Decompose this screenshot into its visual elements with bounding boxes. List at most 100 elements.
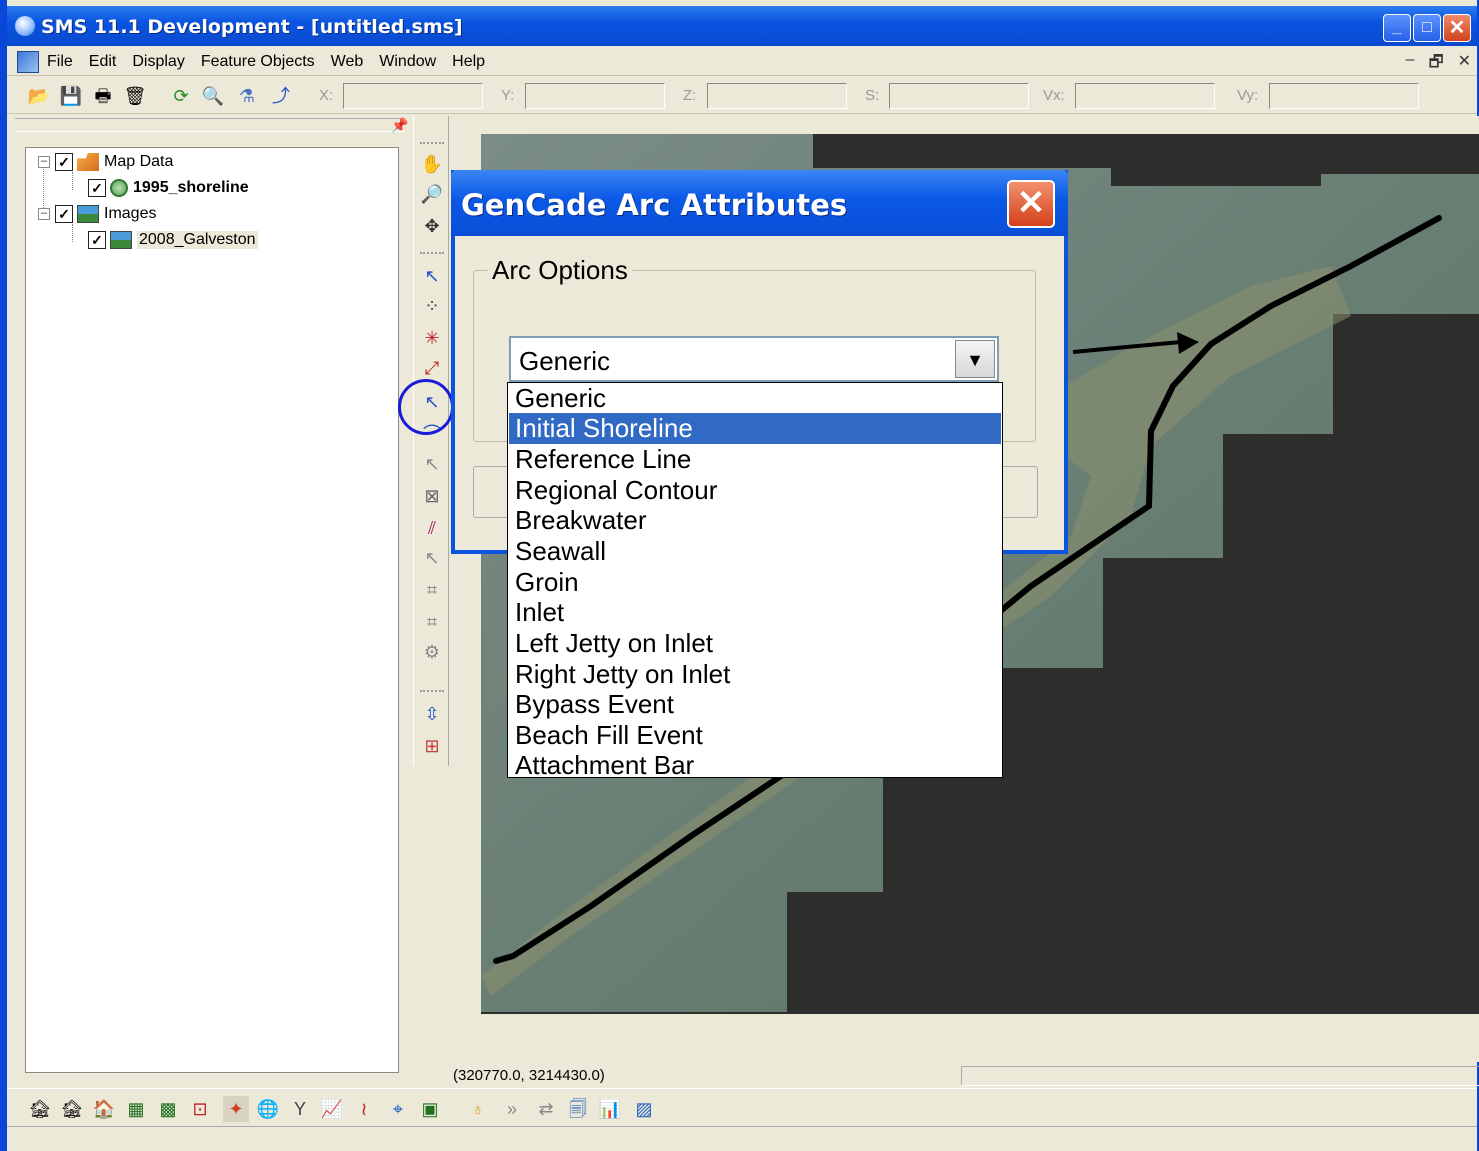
graph-icon[interactable]: ⤴ <box>269 84 293 108</box>
display-options-icon[interactable]: ⊞ <box>420 734 444 758</box>
collapse-toggle[interactable]: – <box>38 156 50 168</box>
feature-icon[interactable]: ⊠ <box>420 484 444 508</box>
arrow-icon[interactable]: » <box>499 1096 525 1122</box>
properties-icon[interactable]: ⚙ <box>420 640 444 664</box>
create-node-icon[interactable]: ⁘ <box>420 294 444 318</box>
mdi-close-button[interactable]: ✕ <box>1458 51 1471 78</box>
zoom-icon[interactable]: 🔍 <box>201 84 225 108</box>
menu-feature-objects[interactable]: Feature Objects <box>201 53 315 71</box>
tree-item-map-data[interactable]: – ✓ Map Data <box>38 150 173 174</box>
tree-item-shoreline[interactable]: ✓ 1995_shoreline <box>88 176 249 200</box>
title-bar[interactable]: SMS 11.1 Development - [untitled.sms] _ … <box>7 6 1477 46</box>
option-regional-contour[interactable]: Regional Contour <box>509 475 1001 506</box>
mdi-restore-button[interactable]: 🗗 <box>1429 51 1444 78</box>
chevron-down-icon[interactable]: ▼ <box>955 340 995 378</box>
sheet-icon[interactable]: 🗐 <box>565 1096 591 1122</box>
build-icon[interactable]: ⫽ <box>420 516 444 540</box>
mesh-icon[interactable]: ▩ <box>155 1096 181 1122</box>
visibility-checkbox[interactable]: ✓ <box>55 153 73 171</box>
maximize-button[interactable]: □ <box>1413 14 1441 42</box>
option-generic[interactable]: Generic <box>509 383 1001 414</box>
select-vertex-icon[interactable]: ⤢ <box>420 356 444 380</box>
menu-help[interactable]: Help <box>452 53 485 71</box>
visibility-checkbox[interactable]: ✓ <box>55 205 73 223</box>
delete-icon[interactable]: 🗑 <box>123 84 147 108</box>
option-reference-line[interactable]: Reference Line <box>509 444 1001 475</box>
rotate-icon[interactable]: ✥ <box>420 214 444 238</box>
close-button[interactable]: ✕ <box>1443 14 1471 42</box>
vx-field[interactable] <box>1075 83 1215 109</box>
tree-item-galveston[interactable]: ✓ 2008_Galveston <box>88 228 258 252</box>
gis-icon[interactable]: 🌐 <box>255 1096 281 1122</box>
chart-icon[interactable]: 📈 <box>319 1096 345 1122</box>
drop-icon[interactable]: ♁ <box>465 1096 491 1122</box>
module-1-icon[interactable]: 🏚 <box>27 1096 53 1122</box>
tree-item-images[interactable]: – ✓ Images <box>38 202 156 226</box>
measure-icon[interactable]: ⚗ <box>235 84 259 108</box>
option-left-jetty-on-inlet[interactable]: Left Jetty on Inlet <box>509 628 1001 659</box>
module-toolbar: 🏚 🏚 🏠 ▦ ▩ ⊡ ✦ 🌐 Y 📈 ≀ ⌖ ▣ ♁ » ⇄ 🗐 📊 ▨ <box>7 1088 1477 1126</box>
option-beach-fill-event[interactable]: Beach Fill Event <box>509 720 1001 751</box>
vx-label: Vx: <box>1043 87 1065 104</box>
document-icon[interactable] <box>17 51 39 73</box>
pan-icon[interactable]: ✋ <box>420 152 444 176</box>
grid-icon[interactable]: ⌗ <box>420 578 444 602</box>
grid-icon[interactable]: ▦ <box>123 1096 149 1122</box>
option-attachment-bar[interactable]: Attachment Bar <box>509 750 1001 781</box>
scatter-icon[interactable]: ⊡ <box>187 1096 213 1122</box>
option-bypass-event[interactable]: Bypass Event <box>509 689 1001 720</box>
particle-icon[interactable]: ≀ <box>351 1096 377 1122</box>
module-2-icon[interactable]: 🏚 <box>59 1096 85 1122</box>
mdi-minimize-button[interactable]: – <box>1406 51 1415 78</box>
vy-field[interactable] <box>1269 83 1419 109</box>
option-breakwater[interactable]: Breakwater <box>509 505 1001 536</box>
y-field[interactable] <box>525 83 665 109</box>
option-initial-shoreline[interactable]: Initial Shoreline <box>509 413 1001 444</box>
option-inlet[interactable]: Inlet <box>509 597 1001 628</box>
quadtree-icon[interactable]: ⌖ <box>385 1096 411 1122</box>
s-field[interactable] <box>889 83 1029 109</box>
select-node-icon[interactable]: ✳ <box>420 326 444 350</box>
measure-icon[interactable]: ⇳ <box>420 702 444 726</box>
visibility-checkbox[interactable]: ✓ <box>88 231 106 249</box>
menu-display[interactable]: Display <box>132 53 184 71</box>
option-right-jetty-on-inlet[interactable]: Right Jetty on Inlet <box>509 659 1001 690</box>
pin-icon[interactable]: 📌 <box>391 117 408 134</box>
dialog-title-bar[interactable]: GenCade Arc Attributes ✕ <box>451 170 1068 236</box>
collapse-toggle[interactable]: – <box>38 208 50 220</box>
refresh-icon[interactable]: ⟳ <box>169 84 193 108</box>
tree-icon[interactable]: Y <box>287 1096 313 1122</box>
map-module-icon[interactable]: ✦ <box>223 1096 249 1122</box>
menu-file[interactable]: File <box>47 53 73 71</box>
create-arc-icon[interactable]: ↖ <box>420 264 444 288</box>
save-icon[interactable]: 💾 <box>59 84 83 108</box>
frame-icon[interactable]: ⌗ <box>420 610 444 634</box>
arc-type-options-list[interactable]: Generic Initial Shoreline Reference Line… <box>507 382 1003 781</box>
visibility-checkbox[interactable]: ✓ <box>88 179 106 197</box>
link-icon[interactable]: ⇄ <box>533 1096 559 1122</box>
print-icon[interactable]: 🖶 <box>91 84 115 108</box>
menu-window[interactable]: Window <box>379 53 436 71</box>
sms-app-icon[interactable] <box>15 16 35 36</box>
select-all-icon[interactable]: ↖ <box>420 546 444 570</box>
image-icon[interactable]: ▣ <box>417 1096 443 1122</box>
menu-web[interactable]: Web <box>331 53 364 71</box>
explorer-grip[interactable] <box>15 118 405 132</box>
module-3-icon[interactable]: 🏠 <box>91 1096 117 1122</box>
project-explorer[interactable]: – ✓ Map Data ✓ 1995_shoreline – ✓ Images… <box>25 147 399 1073</box>
arc-type-dropdown[interactable]: Generic ▼ <box>509 336 999 382</box>
option-seawall[interactable]: Seawall <box>509 536 1001 567</box>
dialog-close-button[interactable]: ✕ <box>1007 180 1055 228</box>
menu-edit[interactable]: Edit <box>89 53 117 71</box>
image-module-icon[interactable]: ▨ <box>631 1096 657 1122</box>
minimize-button[interactable]: _ <box>1383 14 1411 42</box>
z-field[interactable] <box>707 83 847 109</box>
bars-icon[interactable]: 📊 <box>597 1096 623 1122</box>
x-field[interactable] <box>343 83 483 109</box>
option-groin[interactable]: Groin <box>509 567 1001 598</box>
open-icon[interactable]: 📂 <box>27 84 51 108</box>
arc-options-label: Arc Options <box>488 255 632 286</box>
bottom-status-bar <box>7 1126 1477 1151</box>
select-polygon-icon[interactable]: ↖ <box>420 452 444 476</box>
zoom-icon[interactable]: 🔎 <box>420 182 444 206</box>
